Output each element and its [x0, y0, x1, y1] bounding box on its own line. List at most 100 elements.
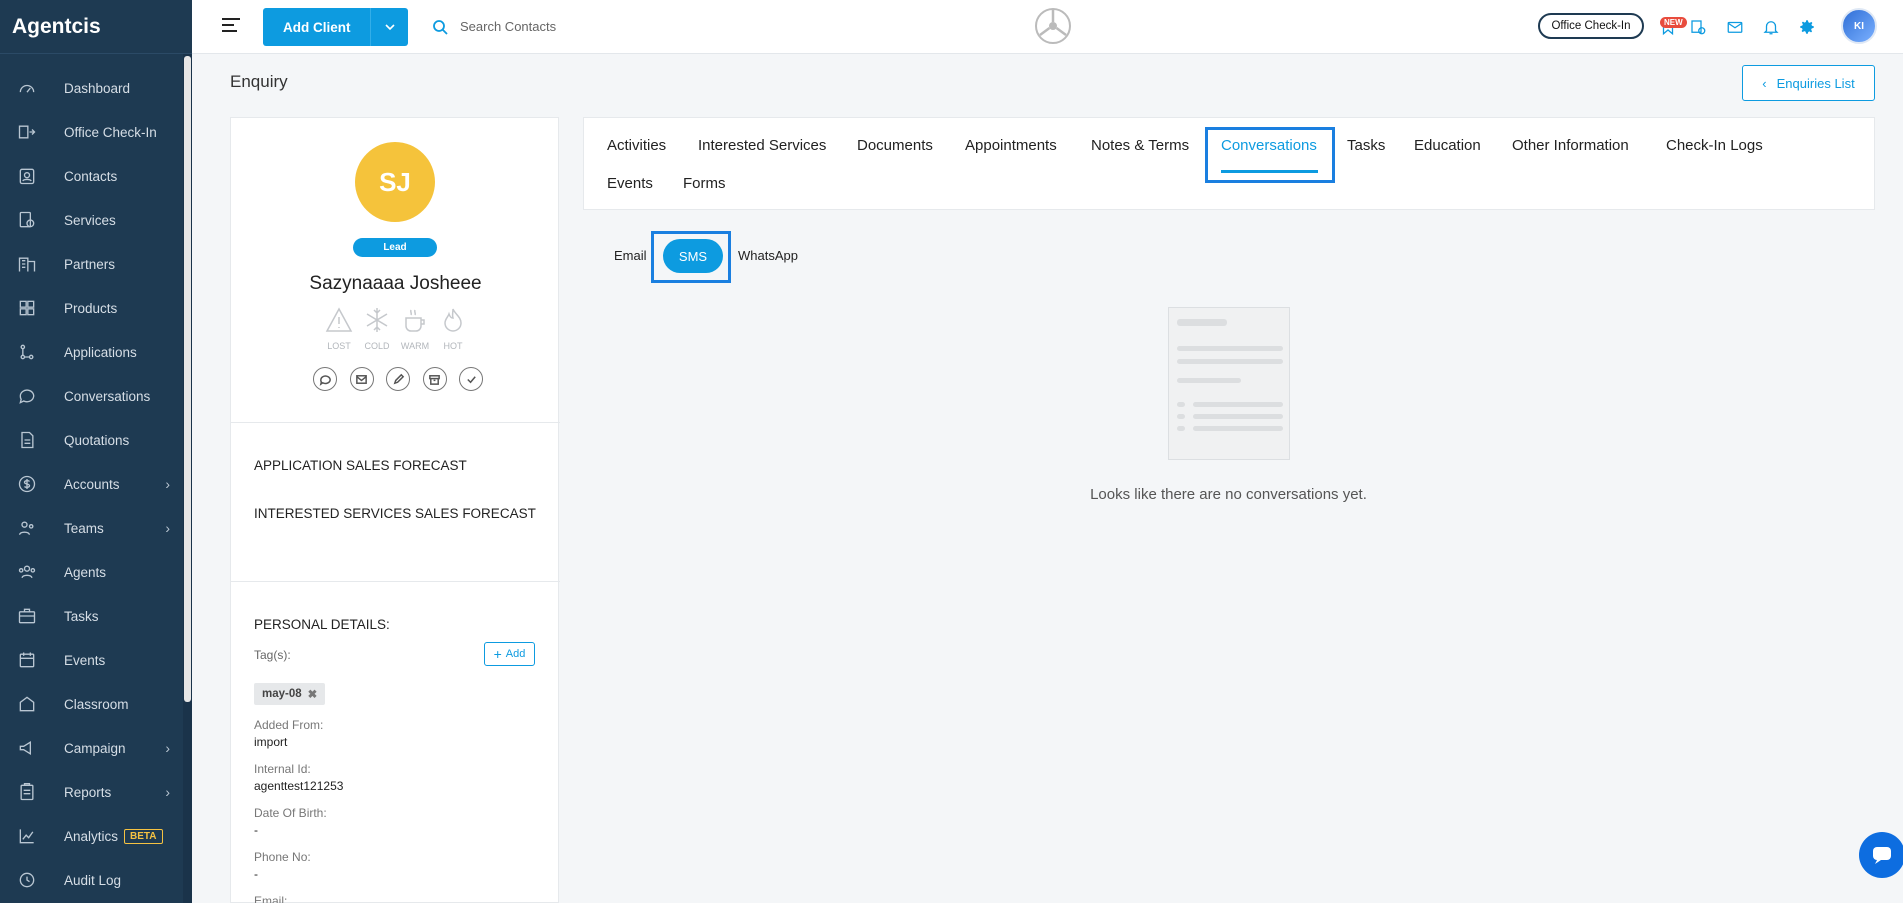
- tab-events[interactable]: Events: [607, 175, 653, 192]
- office-checkin-button[interactable]: Office Check-In: [1538, 13, 1644, 39]
- tag-label: may-08: [262, 688, 302, 700]
- brand-logo[interactable]: Agentcis: [0, 0, 192, 54]
- sidebar-scroll-thumb[interactable]: [184, 56, 191, 702]
- search-input[interactable]: [460, 14, 760, 38]
- tab-forms[interactable]: Forms: [683, 175, 726, 192]
- sidebar-item-dashboard[interactable]: Dashboard: [0, 66, 192, 110]
- sidebar-item-reports[interactable]: Reports ›: [0, 770, 192, 814]
- sidebar-item-applications[interactable]: Applications: [0, 330, 192, 374]
- application-sales-forecast[interactable]: APPLICATION SALES FORECAST: [254, 458, 467, 473]
- interested-services-sales-forecast[interactable]: INTERESTED SERVICES SALES FORECAST: [254, 506, 536, 521]
- sidebar-item-label: Quotations: [64, 432, 130, 448]
- analytics-icon: [16, 825, 38, 847]
- coffee-cup-icon: [405, 309, 425, 332]
- audit-icon: [16, 869, 38, 891]
- sidebar-item-label: Products: [64, 300, 118, 316]
- temp-lost[interactable]: LOST: [321, 306, 357, 351]
- sidebar-item-contacts[interactable]: Contacts: [0, 154, 192, 198]
- tab-documents[interactable]: Documents: [857, 137, 933, 154]
- sidebar-item-office-checkin[interactable]: Office Check-In: [0, 110, 192, 154]
- tab-other-information[interactable]: Other Information: [1512, 137, 1629, 154]
- archive-icon: [429, 374, 440, 385]
- enquiries-list-button[interactable]: ‹ Enquiries List: [1742, 65, 1875, 101]
- sidebar-item-label: Accounts: [64, 476, 120, 492]
- mail-icon[interactable]: [1724, 16, 1746, 38]
- chat-widget-button[interactable]: [1859, 832, 1903, 878]
- sidebar-item-label: Contacts: [64, 168, 118, 184]
- tab-checkin-logs[interactable]: Check-In Logs: [1666, 137, 1763, 154]
- sidebar-item-products[interactable]: Products: [0, 286, 192, 330]
- add-client-button[interactable]: Add Client: [263, 8, 408, 46]
- tab-appointments[interactable]: Appointments: [965, 137, 1057, 154]
- channel-whatsapp[interactable]: WhatsApp: [738, 248, 798, 263]
- chat-icon: [319, 374, 331, 386]
- tab-tasks[interactable]: Tasks: [1347, 137, 1385, 154]
- temperature-selector: LOST COLD WARM HOT: [321, 306, 471, 351]
- tab-interested-services[interactable]: Interested Services: [698, 137, 826, 154]
- sidebar-item-analytics[interactable]: Analytics BETA: [0, 814, 192, 858]
- team-icon: [16, 517, 38, 539]
- edit-action-button[interactable]: [386, 367, 410, 391]
- tab-notes-terms[interactable]: Notes & Terms: [1091, 137, 1189, 154]
- chat-icon: [16, 385, 38, 407]
- add-client-label: Add Client: [283, 19, 351, 35]
- temp-cold[interactable]: COLD: [359, 306, 395, 351]
- temp-label: WARM: [400, 341, 430, 351]
- enquiry-tabs: Activities Interested Services Documents…: [583, 117, 1875, 210]
- classroom-icon: [16, 693, 38, 715]
- archive-action-button[interactable]: [422, 367, 447, 391]
- snowflake-icon: [366, 308, 388, 332]
- email-action-button[interactable]: [349, 367, 374, 391]
- field-label: Phone No:: [254, 850, 311, 864]
- divider: [231, 422, 560, 423]
- sidebar-item-agents[interactable]: Agents: [0, 550, 192, 594]
- menu-toggle-icon[interactable]: [222, 18, 240, 34]
- tab-education[interactable]: Education: [1414, 137, 1481, 154]
- sidebar: Agentcis Dashboard Office Check-In Conta…: [0, 0, 192, 903]
- chevron-left-icon: ‹: [1762, 75, 1767, 91]
- sidebar-item-conversations[interactable]: Conversations: [0, 374, 192, 418]
- gear-icon[interactable]: [1796, 16, 1818, 38]
- top-bar: Add Client Office Check-In NEW KI: [192, 0, 1903, 54]
- profile-card: SJ Lead Sazynaaaa Josheee LOST COLD WARM…: [230, 117, 560, 903]
- sidebar-item-partners[interactable]: Partners: [0, 242, 192, 286]
- sidebar-item-campaign[interactable]: Campaign ›: [0, 726, 192, 770]
- enquiries-list-label: Enquiries List: [1776, 75, 1855, 91]
- flow-icon: [16, 341, 38, 363]
- sidebar-item-audit-log[interactable]: Audit Log: [0, 858, 192, 902]
- tab-conversations[interactable]: Conversations: [1221, 137, 1317, 154]
- add-tag-button[interactable]: + Add: [484, 642, 535, 666]
- message-action-button[interactable]: [313, 367, 337, 391]
- temp-hot[interactable]: HOT: [435, 306, 471, 351]
- channel-email[interactable]: Email: [614, 248, 647, 263]
- sidebar-item-label: Dashboard: [64, 80, 131, 96]
- document-icon: [16, 429, 38, 451]
- sidebar-item-label: Reports: [64, 784, 112, 800]
- sidebar-item-label: Events: [64, 652, 106, 668]
- field-label: Email:: [254, 894, 288, 903]
- bell-icon[interactable]: [1760, 16, 1782, 38]
- complete-action-button[interactable]: [459, 367, 483, 391]
- sidebar-item-classroom[interactable]: Classroom: [0, 682, 192, 726]
- user-avatar[interactable]: KI: [1841, 8, 1877, 44]
- task-check-icon[interactable]: [1687, 16, 1709, 38]
- temp-warm[interactable]: WARM: [397, 306, 433, 351]
- tags-label: Tag(s):: [254, 648, 291, 662]
- beta-badge: BETA: [124, 828, 163, 844]
- sidebar-item-events[interactable]: Events: [0, 638, 192, 682]
- channel-sms[interactable]: SMS: [663, 239, 723, 273]
- sidebar-item-accounts[interactable]: Accounts ›: [0, 462, 192, 506]
- sidebar-item-teams[interactable]: Teams ›: [0, 506, 192, 550]
- tab-activities[interactable]: Activities: [607, 137, 666, 154]
- search-icon: [433, 20, 448, 35]
- plus-icon: +: [493, 646, 502, 662]
- sidebar-item-quotations[interactable]: Quotations: [0, 418, 192, 462]
- sidebar-item-tasks[interactable]: Tasks: [0, 594, 192, 638]
- services-icon: [16, 209, 38, 231]
- sidebar-item-services[interactable]: Services: [0, 198, 192, 242]
- close-icon[interactable]: ✖: [308, 687, 318, 701]
- chevron-down-icon[interactable]: [370, 8, 408, 46]
- chevron-right-icon: ›: [165, 784, 170, 800]
- sidebar-item-label: Agents: [64, 564, 107, 580]
- sidebar-item-label: Tasks: [64, 608, 99, 624]
